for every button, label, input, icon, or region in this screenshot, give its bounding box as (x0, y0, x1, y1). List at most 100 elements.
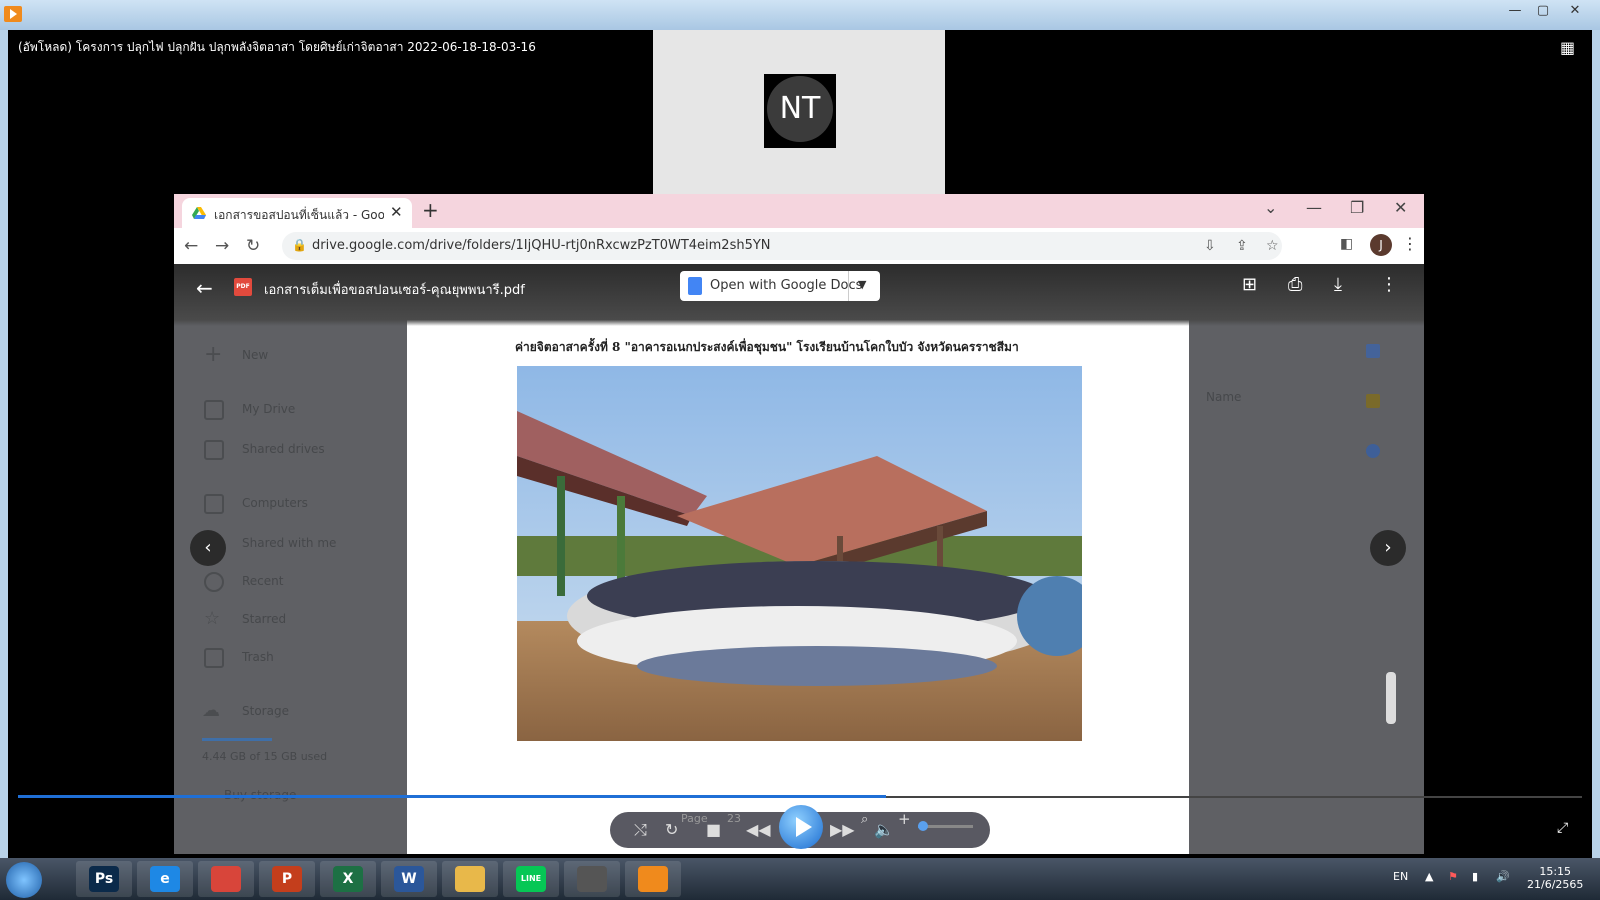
close-viewer-back-icon[interactable]: ← (196, 276, 213, 300)
sidebar-item-my-drive: My Drive (242, 402, 296, 416)
next-file-icon[interactable]: › (1370, 530, 1406, 566)
previous-file-icon[interactable]: ‹ (190, 530, 226, 566)
photoshop-icon: Ps (89, 866, 119, 892)
avatar: NT (767, 76, 833, 142)
clock[interactable]: 15:15 21/6/2565 (1527, 865, 1583, 891)
sort-label: Name (1206, 390, 1242, 404)
group-photo (517, 366, 1082, 741)
keep-icon (1366, 394, 1380, 408)
video-title: (อัพโหลด) โครงการ ปลุกไฟ ปลุกฝัน ปลุกพลั… (18, 40, 536, 54)
pdf-page: ค่ายจิตอาสาครั้งที่ 8 "อาคารอเนกประสงค์เ… (407, 264, 1189, 854)
more-actions-icon[interactable]: ⋮ (1380, 274, 1398, 295)
star-icon: ☆ (204, 608, 221, 629)
forward-icon[interactable]: → (215, 236, 229, 256)
timecode: 39:16 (569, 822, 601, 835)
install-icon[interactable]: ⇩ (1204, 238, 1216, 254)
line-icon: LINE (516, 866, 546, 892)
print-icon[interactable]: ⎙ (1288, 274, 1302, 295)
seek-bar-progress (18, 795, 887, 798)
recent-icon (204, 572, 224, 592)
fullscreen-icon[interactable]: ⤢ (1557, 820, 1568, 836)
network-icon[interactable]: ▮ (1472, 870, 1478, 883)
taskbar-app-media-player[interactable] (625, 861, 681, 897)
taskbar-app-chrome[interactable] (198, 861, 254, 897)
download-icon[interactable]: ⤓ (1334, 274, 1342, 295)
shared-drives-icon (204, 440, 224, 460)
repeat-icon[interactable]: ↻ (665, 820, 678, 839)
clock-time: 15:15 (1539, 865, 1572, 878)
more-menu-icon[interactable]: ⋮ (1402, 234, 1418, 253)
storage-bar (202, 738, 272, 741)
side-panel-icon[interactable]: ◧ (1340, 236, 1353, 252)
scrollbar[interactable] (1386, 672, 1396, 724)
zoom-in-icon[interactable]: + (898, 810, 911, 828)
reload-icon[interactable]: ↻ (246, 236, 260, 256)
bookmark-star-icon[interactable]: ☆ (1266, 238, 1279, 254)
url-field[interactable]: 🔒 drive.google.com/drive/folders/1IjQHU-… (282, 232, 1282, 260)
player-titlebar: — ▢ ✕ (0, 0, 1600, 30)
restore-button[interactable]: ❐ (1350, 198, 1364, 217)
close-icon[interactable]: ✕ (390, 203, 403, 221)
file-explorer-icon (455, 866, 485, 892)
show-hidden-icons-icon[interactable]: ▲ (1425, 870, 1433, 883)
url-text: drive.google.com/drive/folders/1IjQHU-rt… (312, 238, 771, 253)
player-app-icon (4, 6, 22, 22)
address-bar-row: ← → ↻ 🔒 drive.google.com/drive/folders/1… (174, 228, 1424, 264)
minimize-button[interactable]: — (1502, 2, 1528, 20)
maximize-button[interactable]: ▢ (1530, 2, 1556, 20)
page-heading: ค่ายจิตอาสาครั้งที่ 8 "อาคารอเนกประสงค์เ… (515, 340, 1019, 354)
tab-google-drive[interactable]: เอกสารขอสปอนที่เซ็นแล้ว - Google Drive ✕ (182, 198, 412, 228)
pdf-file-name: เอกสารเต็มเพื่อขอสปอนเซอร์-คุณยุพพนารี.p… (264, 283, 525, 298)
close-button[interactable]: ✕ (1394, 198, 1407, 217)
page-number: 23 (727, 812, 741, 825)
language-indicator[interactable]: EN (1393, 870, 1408, 883)
tab-search-icon[interactable]: ⌄ (1264, 198, 1277, 217)
new-plus-icon: + (204, 342, 223, 367)
sidebar-item-storage: Storage (242, 704, 289, 718)
cloud-icon: ☁ (202, 700, 220, 721)
open-with-label: Open with Google Docs (710, 278, 863, 293)
taskbar-app-file-explorer[interactable] (442, 861, 498, 897)
browser-window: เอกสารขอสปอนที่เซ็นแล้ว - Google Drive ✕… (174, 194, 1424, 854)
minimize-button[interactable]: — (1306, 198, 1322, 217)
open-with-google-docs-button[interactable]: Open with Google Docs ▼ (680, 271, 880, 301)
shuffle-icon[interactable]: ⤭ (634, 820, 647, 840)
start-button[interactable] (6, 862, 42, 898)
chrome-icon (211, 866, 241, 892)
clock-date: 21/6/2565 (1527, 878, 1584, 891)
add-comment-icon[interactable]: ⊞ (1242, 274, 1257, 295)
share-icon[interactable]: ⇪ (1236, 238, 1248, 254)
sidebar-item-shared-with-me: Shared with me (242, 536, 337, 550)
rewind-icon[interactable]: ◀◀ (746, 820, 771, 839)
pdf-file-icon: PDF (234, 278, 252, 296)
close-button[interactable]: ✕ (1562, 2, 1588, 20)
calendar-icon (1366, 344, 1380, 358)
screen-capture-icon (577, 866, 607, 892)
taskbar-app-powerpoint[interactable]: P (259, 861, 315, 897)
speaker-icon[interactable]: 🔊 (1496, 870, 1510, 883)
zoom-icon[interactable]: ⌕ (861, 812, 868, 827)
taskbar-app-photoshop[interactable]: Ps (76, 861, 132, 897)
taskbar-app-internet-explorer[interactable]: e (137, 861, 193, 897)
google-docs-icon (688, 277, 702, 295)
word-icon: W (394, 866, 424, 892)
back-icon[interactable]: ← (184, 236, 198, 256)
taskbar-app-excel[interactable]: X (320, 861, 376, 897)
internet-explorer-icon: e (150, 866, 180, 892)
fast-forward-icon[interactable]: ▶▶ (830, 820, 855, 839)
play-button[interactable] (779, 805, 823, 849)
chevron-down-icon[interactable]: ▼ (858, 278, 866, 291)
playlist-icon[interactable]: ▦ (1560, 38, 1580, 57)
new-tab-button[interactable]: + (422, 198, 439, 222)
powerpoint-icon: P (272, 866, 302, 892)
page-label: Page (681, 812, 708, 825)
profile-avatar[interactable]: J (1370, 234, 1392, 256)
volume-handle[interactable] (917, 821, 928, 831)
taskbar-app-screen-capture[interactable] (564, 861, 620, 897)
sidebar-item-computers: Computers (242, 496, 308, 510)
action-center-icon[interactable]: ⚑ (1448, 870, 1458, 883)
volume-icon[interactable]: 🔈 (874, 820, 894, 839)
taskbar-app-line[interactable]: LINE (503, 861, 559, 897)
taskbar-app-word[interactable]: W (381, 861, 437, 897)
stop-icon[interactable]: ■ (706, 820, 721, 839)
